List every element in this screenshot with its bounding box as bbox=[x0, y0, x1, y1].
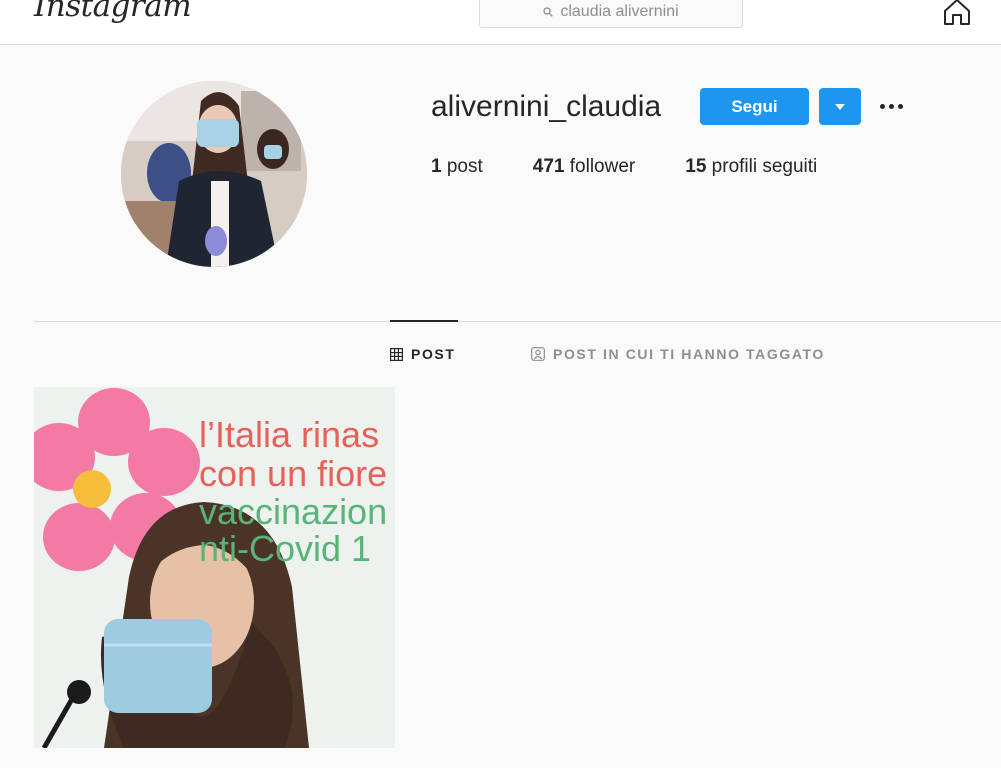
stat-posts-label: post bbox=[446, 156, 483, 177]
stat-posts: 1 post bbox=[431, 156, 483, 178]
more-options-icon-dot bbox=[897, 103, 903, 109]
active-tab-indicator bbox=[390, 320, 458, 322]
stat-followers-label: follower bbox=[569, 156, 636, 177]
suggestions-dropdown-button[interactable] bbox=[819, 88, 861, 125]
post-overlay-text-2: con un fiore bbox=[199, 453, 388, 494]
search-input[interactable]: claudia alivernini bbox=[479, 0, 743, 28]
more-options-icon bbox=[879, 103, 885, 109]
home-icon[interactable] bbox=[942, 0, 972, 26]
top-navigation-bar: Instagram claudia alivernini bbox=[0, 0, 1001, 45]
more-options-button[interactable] bbox=[876, 96, 906, 116]
tab-tagged[interactable]: POST IN CUI TI HANNO TAGGATO bbox=[531, 346, 825, 362]
post-overlay-text-1: l’Italia rinas bbox=[199, 414, 380, 455]
search-icon bbox=[543, 7, 554, 17]
stat-posts-count: 1 bbox=[431, 156, 442, 177]
instagram-logo[interactable]: Instagram bbox=[34, 0, 192, 24]
tabs-divider bbox=[34, 321, 1001, 322]
profile-stats: 1 post 471 follower 15 profili seguiti bbox=[431, 156, 867, 178]
more-options-icon-dot bbox=[888, 103, 894, 109]
stat-followers[interactable]: 471 follower bbox=[533, 156, 635, 178]
avatar-photo bbox=[121, 81, 307, 267]
tagged-icon bbox=[531, 347, 545, 361]
post-overlay-text-4: nti-Covid 1 bbox=[199, 528, 372, 569]
stat-following-count: 15 bbox=[685, 156, 707, 177]
search-value: claudia alivernini bbox=[560, 3, 679, 20]
caret-down-icon bbox=[835, 103, 845, 110]
stat-followers-count: 471 bbox=[532, 156, 565, 177]
tab-posts[interactable]: POST bbox=[390, 346, 456, 362]
profile-avatar[interactable] bbox=[121, 81, 307, 267]
profile-username: alivernini_claudia bbox=[431, 90, 662, 123]
tab-tagged-label: POST IN CUI TI HANNO TAGGATO bbox=[553, 346, 825, 362]
stat-following[interactable]: 15 profili seguiti bbox=[685, 156, 817, 178]
post-thumbnail[interactable]: l’Italia rinas con un fiore vaccinazion … bbox=[34, 387, 395, 748]
tab-posts-label: POST bbox=[411, 346, 456, 362]
follow-button[interactable]: Segui bbox=[700, 88, 809, 125]
post-overlay-text-3: vaccinazion bbox=[199, 491, 388, 532]
stat-following-label: profili seguiti bbox=[711, 156, 818, 177]
grid-icon bbox=[390, 347, 403, 361]
